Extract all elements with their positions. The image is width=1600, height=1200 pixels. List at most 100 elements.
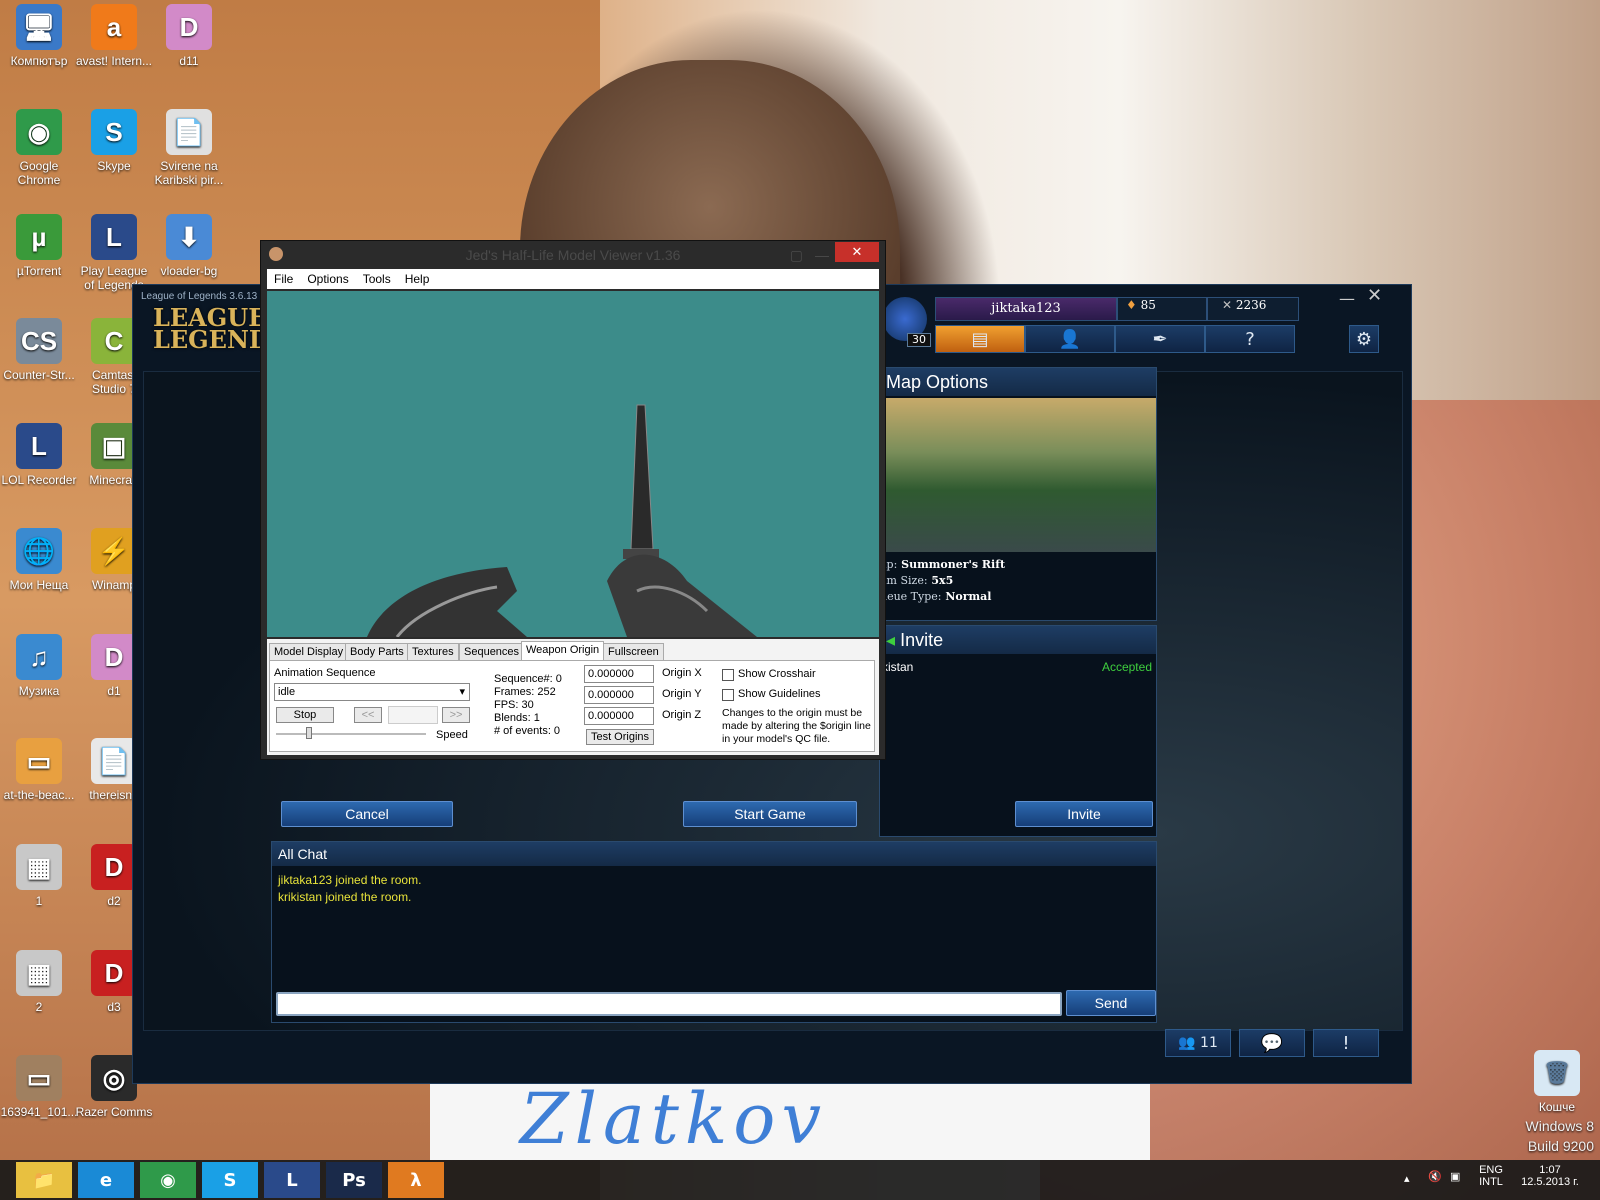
minimize-button[interactable]: — [1339,289,1355,308]
desktop-icon[interactable]: L Play League of Legends [75,214,153,292]
tab-fullscreen[interactable]: Fullscreen [603,643,664,661]
desktop-icon-label: avast! Intern... [75,54,153,68]
origin-z-input[interactable]: 0.000000 [584,707,654,725]
start-game-button[interactable]: Start Game [683,801,857,827]
menu-tools[interactable]: Tools [363,272,391,286]
desktop-icon[interactable]: a avast! Intern... [75,4,153,68]
model-viewport[interactable] [267,291,879,638]
tab-weapon-origin[interactable]: Weapon Origin [521,641,605,661]
desktop-icon[interactable]: ▦ 1 [0,844,78,908]
lore-button[interactable]: ✒ [1115,325,1205,353]
desktop-icon[interactable]: CS Counter-Str... [0,318,78,382]
desktop-icon[interactable]: 🌐 Мои Неща [0,528,78,592]
cancel-button[interactable]: Cancel [281,801,453,827]
desktop-icon[interactable]: ▭ 163941_101... [0,1055,78,1119]
language-indicator[interactable]: ENG INTL [1474,1164,1508,1188]
menu-file[interactable]: File [274,272,293,286]
clock[interactable]: 1:07 12.5.2013 г. [1514,1164,1586,1188]
trash-icon: 🗑 [1534,1050,1580,1096]
next-frame-button[interactable]: >> [442,707,470,723]
rp-value: 85 [1140,298,1156,312]
settings-button[interactable]: ⚙ [1349,325,1379,353]
queue-type-value: Normal [945,590,992,603]
desktop-icon[interactable]: 📄 Svirene na Karibski pir... [150,109,228,187]
tab-textures[interactable]: Textures [407,643,459,661]
ip-icon: ✕ [1222,298,1233,312]
taskbar-chrome-icon[interactable]: ◉ [140,1162,196,1198]
show-crosshair-checkbox[interactable] [722,669,734,681]
taskbar-explorer-icon[interactable]: 📁 [16,1162,72,1198]
app-icon: 📄 [91,738,137,784]
frame-input[interactable] [388,706,438,724]
desktop-icon[interactable]: 🖥 Компютър [0,4,78,68]
invite-button[interactable]: Invite [1015,801,1153,827]
map-options-title: Map Options [880,368,1156,396]
send-button[interactable]: Send [1066,990,1156,1016]
show-guidelines-checkbox[interactable] [722,689,734,701]
recycle-bin-icon[interactable]: 🗑 Кошче [1518,1050,1596,1114]
desktop-icon-label: Мои Неща [9,578,69,592]
app-icon: S [91,109,137,155]
rp-display: ♦ 85 [1117,297,1207,321]
stop-button[interactable]: Stop [276,707,334,723]
taskbar-league-icon[interactable]: L [264,1162,320,1198]
origin-x-input[interactable]: 0.000000 [584,665,654,683]
notifications-button[interactable]: ! [1313,1029,1379,1057]
help-button[interactable]: ? [1205,325,1295,353]
animation-sequence-label: Animation Sequence [274,667,376,679]
menu-options[interactable]: Options [307,272,348,286]
desktop-icon[interactable]: ◉ Google Chrome [0,109,78,187]
chat-line: jiktaka123 joined the room. [278,873,422,887]
taskbar-photoshop-icon[interactable]: Ps [326,1162,382,1198]
desktop-icon[interactable]: ⬇ vloader-bg [150,214,228,278]
knife-model-render [367,404,757,638]
app-icon: ⬇ [166,214,212,260]
store-button[interactable]: ▤ [935,325,1025,353]
sequence-number: Sequence#: 0 [494,673,562,685]
app-icon: L [91,214,137,260]
volume-muted-icon[interactable]: 🔇 [1428,1170,1442,1183]
tab-body-parts[interactable]: Body Parts [345,643,409,661]
hlmv-app-icon [269,247,283,261]
desktop-icon[interactable]: Dd11 [150,4,228,68]
lol-window-title: League of Legends 3.6.13 [141,291,258,302]
desktop-icon[interactable]: µ µTorrent [0,214,78,278]
hlmv-control-panel: Model Display Body Parts Textures Sequen… [267,639,879,755]
animation-sequence-select[interactable]: idle ▾ [274,683,470,701]
chevron-down-icon: ▾ [459,686,465,698]
taskbar-internet-explorer-icon[interactable]: e [78,1162,134,1198]
hlmv-maximize-button[interactable]: ▢ [790,241,803,269]
hlmv-close-button[interactable]: ✕ [835,242,879,262]
speed-slider[interactable] [276,733,426,735]
network-icon[interactable]: ▣ [1450,1170,1460,1183]
origin-y-input[interactable]: 0.000000 [584,686,654,704]
taskbar-skype-icon[interactable]: S [202,1162,258,1198]
app-icon: C [91,318,137,364]
hlmv-minimize-button[interactable]: — [815,241,829,269]
test-origins-button[interactable]: Test Origins [586,729,654,745]
speed-slider-handle[interactable] [306,727,312,739]
desktop-icon[interactable]: ▭ at-the-beac... [0,738,78,802]
desktop-icon[interactable]: L LOL Recorder [0,423,78,487]
app-icon: ◉ [16,109,62,155]
tab-model-display[interactable]: Model Display [269,643,349,661]
app-icon: D [91,950,137,996]
desktop-icon[interactable]: ▦ 2 [0,950,78,1014]
profile-button[interactable]: 👤 [1025,325,1115,353]
origin-x-label: Origin X [662,667,702,679]
friends-icon: 👥 [1178,1035,1196,1051]
menu-help[interactable]: Help [405,272,430,286]
taskbar-half-life-icon[interactable]: λ [388,1162,444,1198]
desktop-icon-label: Skype [97,159,131,173]
app-icon: ▭ [16,1055,62,1101]
desktop-icon[interactable]: ♫ Музика [0,634,78,698]
friends-button[interactable]: 👥 11 [1165,1029,1231,1057]
prev-frame-button[interactable]: << [354,707,382,723]
tray-expand-icon[interactable]: ▴ [1404,1172,1410,1185]
hlmv-window[interactable]: Jed's Half-Life Model Viewer v1.36 — ▢ ✕… [260,240,886,760]
close-button[interactable]: ✕ [1367,285,1382,306]
chat-input[interactable] [276,992,1062,1016]
chat-toggle-button[interactable]: 💬 [1239,1029,1305,1057]
tab-sequences[interactable]: Sequences [459,643,525,661]
desktop-icon[interactable]: S Skype [75,109,153,173]
